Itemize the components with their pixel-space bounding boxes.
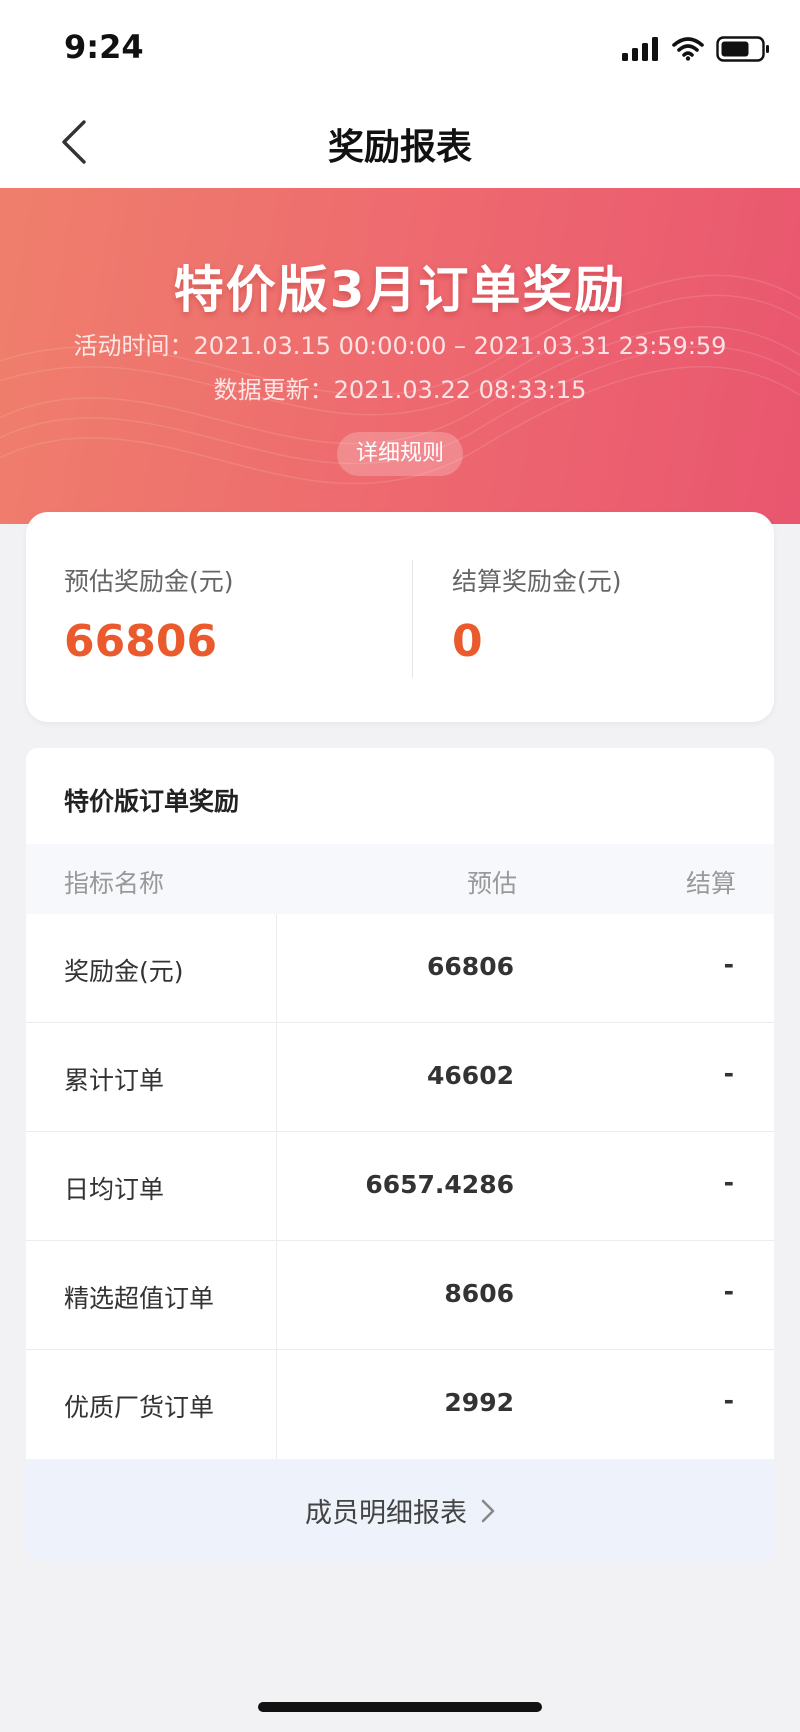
metric-settled: - xyxy=(723,1386,734,1415)
table-row: 精选超值订单 8606 - xyxy=(26,1241,774,1350)
report-card: 特价版订单奖励 指标名称 预估 结算 奖励金(元) 66806 - 累计订单 4… xyxy=(26,748,774,1562)
metric-name: 日均订单 xyxy=(64,1175,165,1204)
nav-bar: 奖励报表 xyxy=(0,96,800,188)
settled-reward-value: 0 xyxy=(452,616,483,667)
home-indicator xyxy=(258,1702,542,1712)
chevron-right-icon xyxy=(481,1499,495,1522)
table-body: 奖励金(元) 66806 - 累计订单 46602 - 日均订单 6657.42… xyxy=(26,914,774,1459)
metric-name: 累计订单 xyxy=(64,1066,165,1095)
column-divider xyxy=(276,914,277,1459)
metric-settled: - xyxy=(723,1059,734,1088)
activity-time: 活动时间：2021.03.15 00:00:00 – 2021.03.31 23… xyxy=(73,332,727,360)
metric-estimated: 6657.4286 xyxy=(365,1170,514,1199)
signal-icon xyxy=(622,37,658,61)
battery-icon xyxy=(716,36,769,62)
estimated-reward-label: 预估奖励金(元) xyxy=(64,567,234,596)
metric-settled: - xyxy=(723,1168,734,1197)
report-title: 特价版订单奖励 xyxy=(64,787,240,816)
member-detail-report-link[interactable]: 成员明细报表 xyxy=(26,1459,774,1562)
table-row: 日均订单 6657.4286 - xyxy=(26,1132,774,1241)
metric-name: 优质厂货订单 xyxy=(64,1393,215,1422)
detailed-rules-button[interactable]: 详细规则 xyxy=(337,432,463,476)
wifi-icon xyxy=(672,37,704,61)
metric-settled: - xyxy=(723,950,734,979)
data-update-time: 数据更新：2021.03.22 08:33:15 xyxy=(213,376,587,404)
metric-settled: - xyxy=(723,1277,734,1306)
summary-card: 预估奖励金(元) 66806 结算奖励金(元) 0 xyxy=(26,512,774,722)
metric-estimated: 46602 xyxy=(427,1061,514,1090)
estimated-reward-value: 66806 xyxy=(64,616,218,667)
member-detail-report-label: 成员明细报表 xyxy=(305,1498,467,1529)
metric-estimated: 8606 xyxy=(444,1279,514,1308)
header-settled: 结算 xyxy=(685,869,736,898)
metric-estimated: 2992 xyxy=(444,1388,514,1417)
page-title: 奖励报表 xyxy=(327,127,472,168)
hero-banner: 特价版3月订单奖励 活动时间：2021.03.15 00:00:00 – 202… xyxy=(0,188,800,524)
metric-name: 奖励金(元) xyxy=(64,957,184,986)
header-metric-name: 指标名称 xyxy=(64,869,165,898)
settled-reward-label: 结算奖励金(元) xyxy=(452,567,622,596)
summary-divider xyxy=(412,560,413,678)
campaign-title: 特价版3月订单奖励 xyxy=(173,261,627,319)
header-estimated: 预估 xyxy=(466,869,517,898)
metric-estimated: 66806 xyxy=(427,952,514,981)
metric-name: 精选超值订单 xyxy=(64,1284,215,1313)
table-header: 指标名称 预估 结算 xyxy=(26,844,774,914)
table-row: 奖励金(元) 66806 - xyxy=(26,914,774,1023)
status-icons xyxy=(622,36,770,62)
status-bar: 9:24 xyxy=(0,0,800,96)
status-time: 9:24 xyxy=(64,28,144,66)
table-row: 累计订单 46602 - xyxy=(26,1023,774,1132)
table-row: 优质厂货订单 2992 - xyxy=(26,1350,774,1459)
